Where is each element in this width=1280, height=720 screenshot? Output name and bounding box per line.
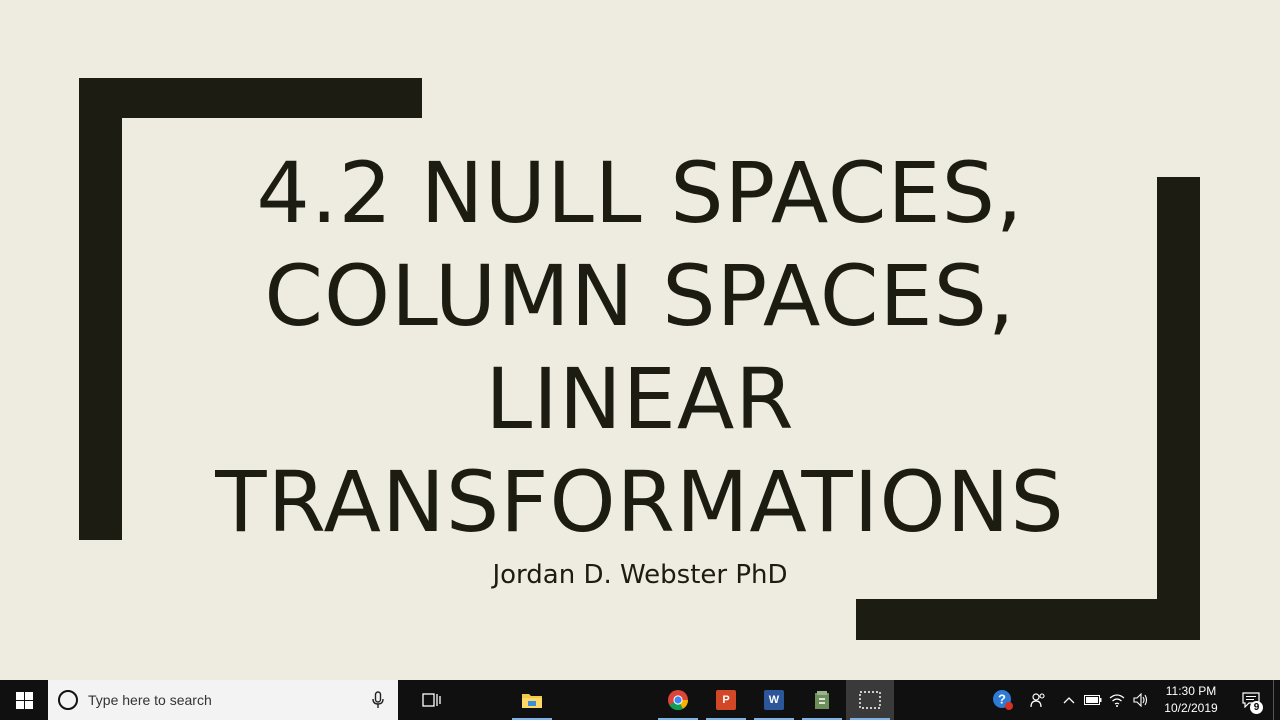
clock-time: 11:30 PM [1165,684,1217,698]
title-line-1: 4.2 NULL SPACES, [256,144,1024,242]
help-icon: ? [993,690,1013,710]
snipping-tool-icon [859,691,881,709]
microphone-button[interactable] [358,680,398,720]
microphone-icon [372,691,384,708]
people-button[interactable] [1019,680,1057,720]
archive-icon [815,691,829,709]
powerpoint-icon: P [716,690,736,710]
slide-title: 4.2 NULL SPACES, COLUMN SPACES, LINEAR T… [180,142,1100,554]
search-placeholder: Type here to search [88,692,212,708]
bracket-top-left-horizontal [79,78,422,118]
title-line-4: TRANSFORMATIONS [215,453,1065,551]
slide-subtitle: Jordan D. Webster PhD [492,560,788,590]
help-button[interactable]: ? [987,680,1019,720]
network-button[interactable] [1105,680,1129,720]
title-line-3: LINEAR [485,350,795,448]
start-button[interactable] [0,680,48,720]
bracket-bottom-right-horizontal [856,599,1200,640]
windows-logo-icon [15,691,33,709]
powerpoint-button[interactable]: P [702,680,750,720]
file-explorer-icon [522,694,542,708]
people-icon [1030,693,1045,708]
clock[interactable]: 11:30 PM 10/2/2019 [1153,683,1229,717]
taskbar: Type here to search P W ? 11:30 PM 10/2/… [0,680,1280,720]
cortana-icon [58,690,78,710]
volume-button[interactable] [1129,680,1153,720]
battery-button[interactable] [1081,680,1105,720]
svg-text:?: ? [998,692,1006,707]
task-view-icon [422,693,441,707]
chrome-button[interactable] [654,680,702,720]
title-line-2: COLUMN SPACES, [264,247,1016,345]
bracket-bottom-right-vertical [1157,177,1200,640]
show-desktop-button[interactable] [1273,680,1280,720]
word-icon: W [764,690,784,710]
file-explorer-button[interactable] [508,680,556,720]
battery-icon [1084,695,1102,705]
chevron-up-icon [1063,697,1075,704]
notification-count-badge: 9 [1250,701,1263,714]
snipping-tool-button[interactable] [846,680,894,720]
show-hidden-icons-button[interactable] [1057,680,1081,720]
bracket-top-left-vertical [79,78,122,540]
speaker-icon [1133,693,1148,707]
word-button[interactable]: W [750,680,798,720]
slide: 4.2 NULL SPACES, COLUMN SPACES, LINEAR T… [0,0,1280,680]
chrome-icon [668,690,689,711]
archive-button[interactable] [798,680,846,720]
system-tray: ? 11:30 PM 10/2/2019 9 [987,680,1280,720]
action-center-button[interactable]: 9 [1229,680,1273,720]
wifi-icon [1109,694,1125,707]
clock-date: 10/2/2019 [1164,701,1218,715]
taskbar-search[interactable]: Type here to search [48,680,398,720]
task-view-button[interactable] [408,680,456,720]
